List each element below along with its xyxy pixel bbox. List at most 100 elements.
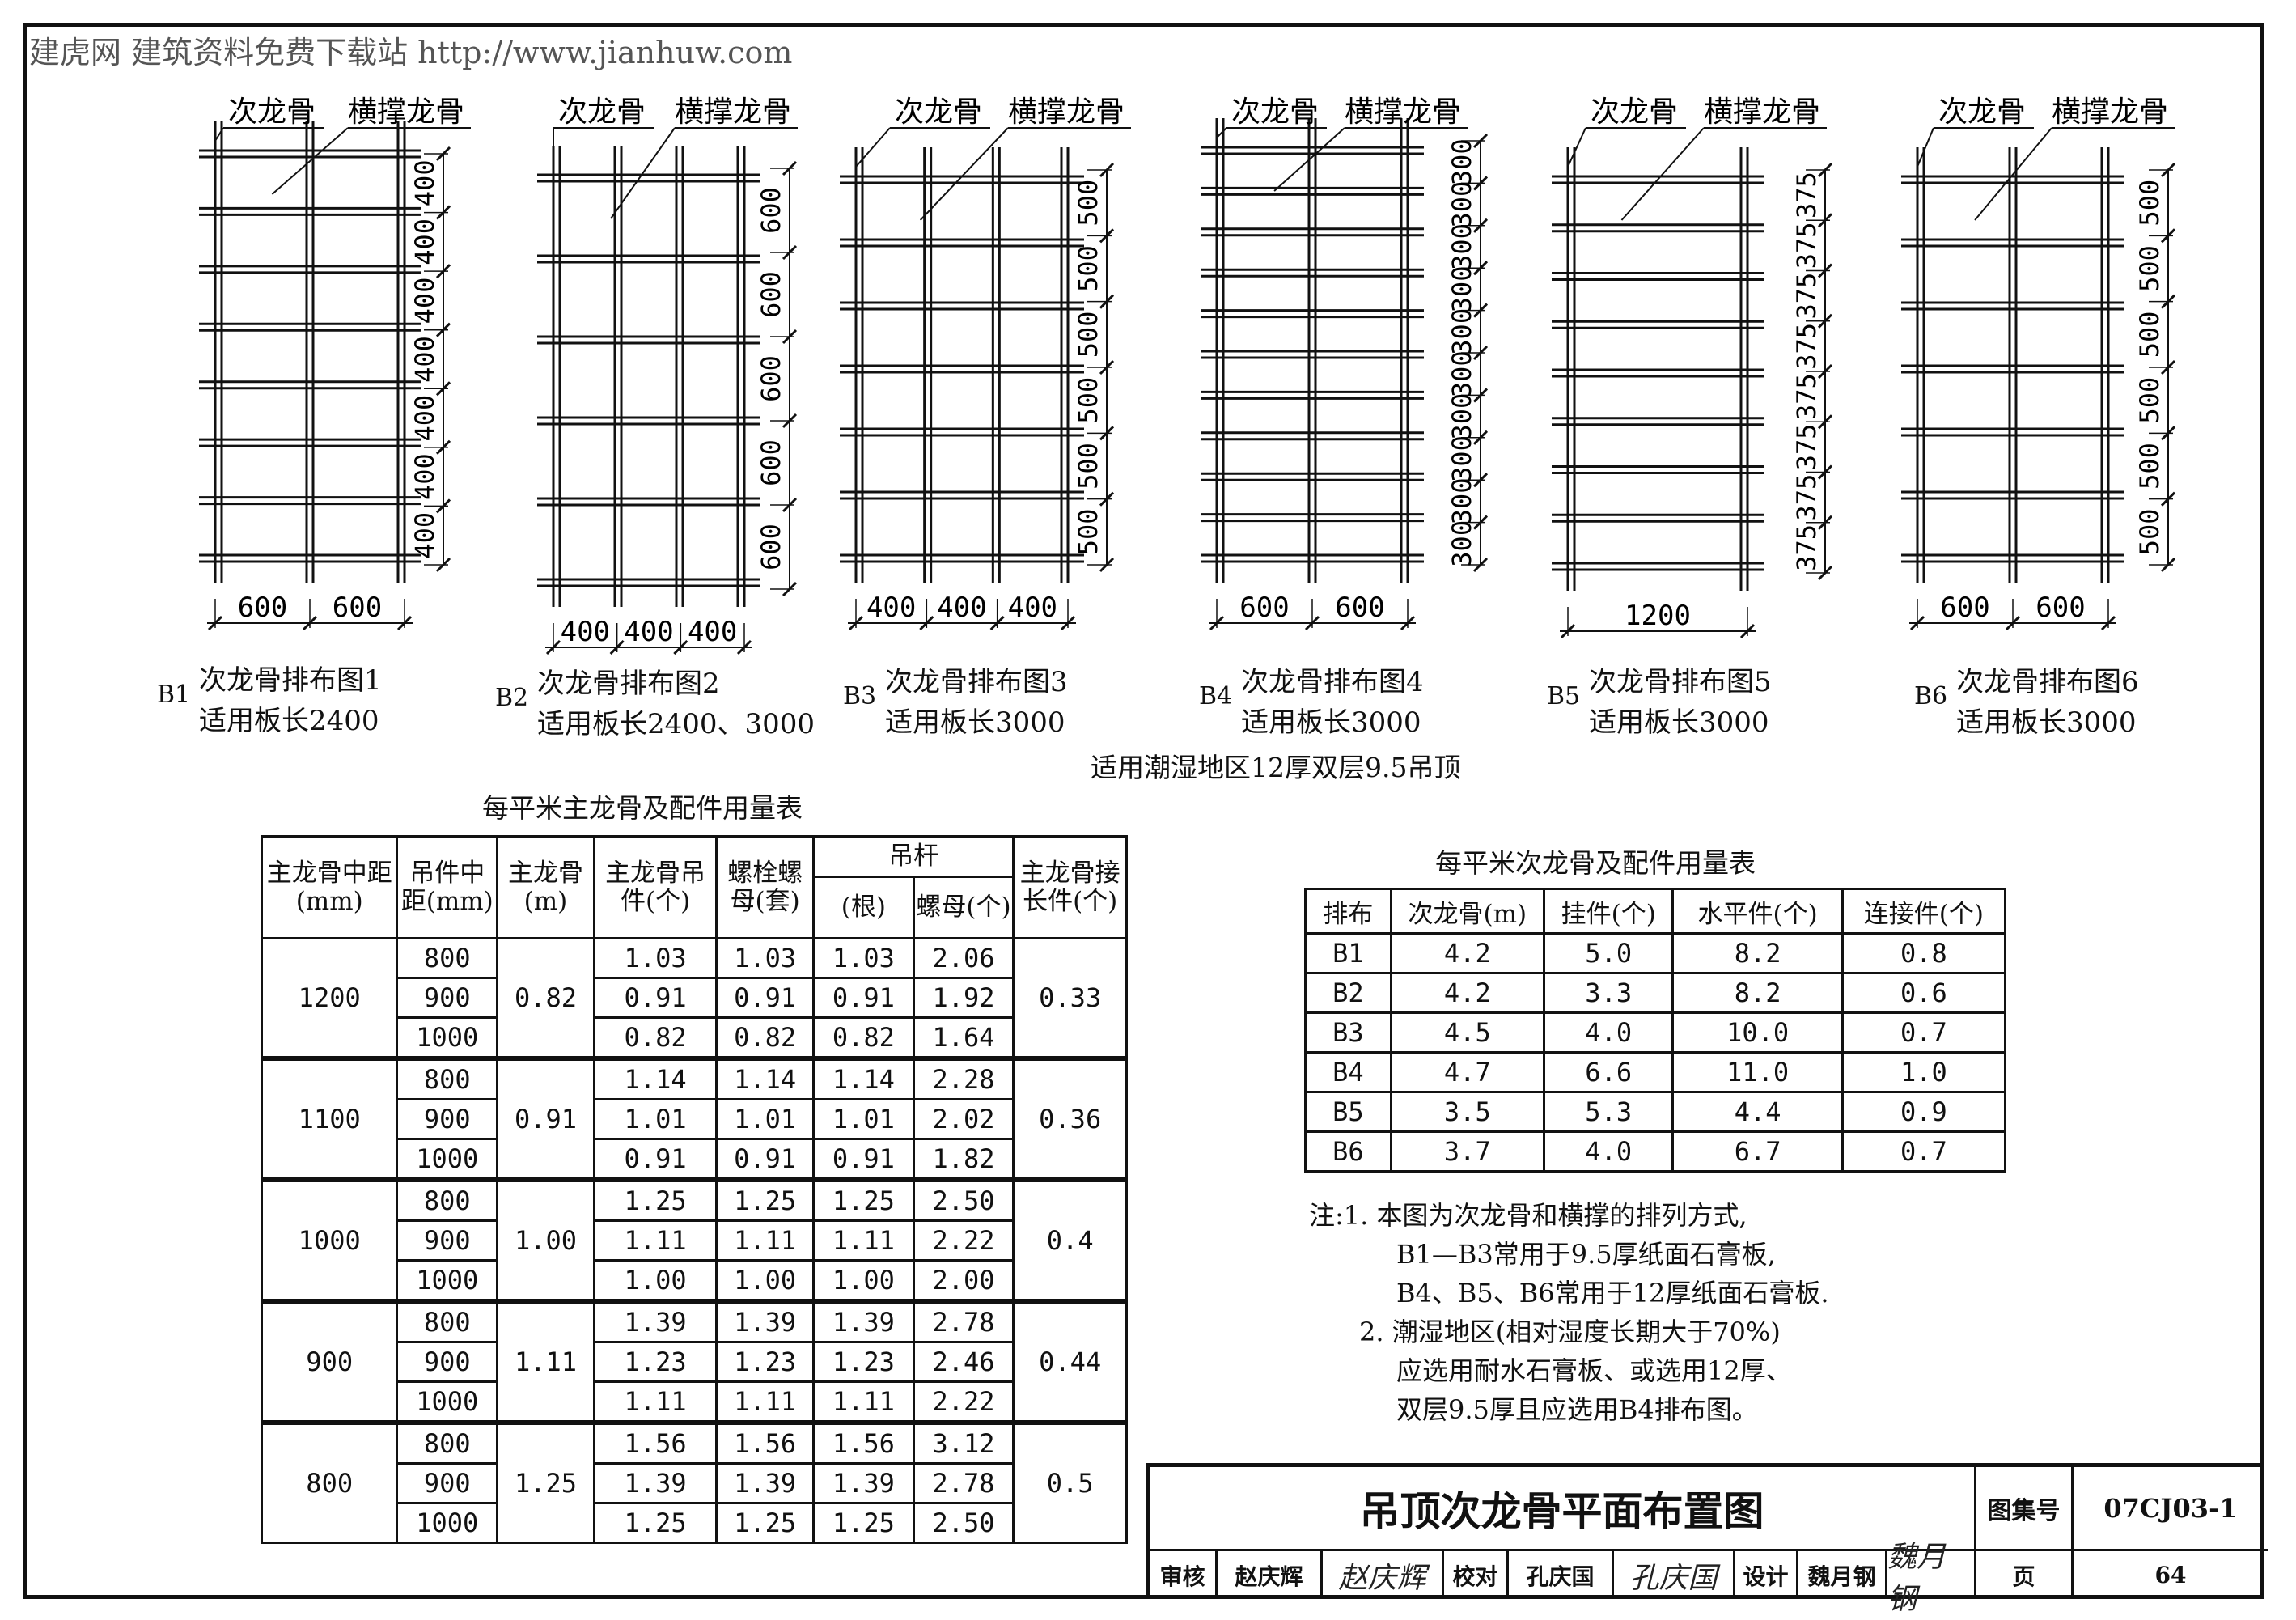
- header-layout: 排布: [1304, 888, 1392, 935]
- side-dimension-label: 300: [1447, 435, 1477, 482]
- side-dimension-label: 375: [1791, 524, 1822, 571]
- cell-keel-spacing: 900: [260, 1299, 399, 1424]
- leader-line: [1620, 127, 1705, 221]
- label-secondary-keel: 次龙骨: [228, 95, 316, 129]
- diagram-code: B2: [495, 684, 529, 712]
- diagram-code: B4: [1199, 682, 1233, 710]
- side-dimension-label: 300: [1447, 138, 1477, 185]
- main-table-title: 每平米主龙骨及配件用量表: [482, 792, 803, 824]
- cell-bolt-nut: 1.23: [715, 1341, 815, 1383]
- cell-connector: 1.0: [1841, 1051, 2007, 1093]
- bottom-dimension-label: 400: [937, 592, 986, 624]
- cell-main-keel: 1.11: [496, 1299, 595, 1424]
- cell-rod-nut: 3.12: [912, 1420, 1015, 1465]
- diagram-caption-b6: B6 次龙骨排布图6 适用板长3000: [1914, 662, 2139, 743]
- diagram-caption-b2: B2 次龙骨排布图2 适用板长2400、3000: [495, 664, 815, 744]
- reviewer-signature: 赵庆辉: [1323, 1551, 1444, 1599]
- side-dimension-label: 500: [1073, 180, 1104, 227]
- leader-line: [1974, 127, 2052, 221]
- cell-rod-count: 1.11: [812, 1380, 915, 1424]
- bottom-dimension-label: 400: [1008, 592, 1057, 624]
- side-dimension-label: 500: [1073, 245, 1104, 292]
- cell-rod-nut: 2.78: [912, 1299, 1015, 1343]
- cell-main-hanger: 1.25: [592, 1177, 718, 1222]
- leader-line: [1216, 127, 1227, 138]
- side-dimension-label: 375: [1791, 222, 1822, 269]
- cell-hanger: 4.0: [1542, 1011, 1675, 1054]
- diagram-applies: 适用板长2400: [199, 705, 379, 737]
- side-dimension-label: 600: [756, 524, 786, 570]
- side-dimension-label: 600: [756, 355, 786, 402]
- cell-hanger-spacing: 900: [396, 1341, 499, 1383]
- cell-rod-count: 0.91: [812, 977, 915, 1019]
- label-brace-keel: 横撑龙骨: [1704, 95, 1820, 129]
- diagram-code: B1: [157, 681, 191, 709]
- side-dimension-label: 500: [1073, 377, 1104, 424]
- leader-line: [1567, 127, 1586, 168]
- side-dimension-label: 500: [2134, 180, 2165, 227]
- layout-diagram-b5: 次龙骨 横撑龙骨3753753753753753753753751200: [1552, 95, 1833, 639]
- cell-rod-count: 1.00: [812, 1259, 915, 1303]
- notes: 注:1. 本图为次龙骨和横撑的排列方式, B1—B3常用于9.5厚纸面石膏板, …: [1309, 1196, 1829, 1429]
- cell-rod-nut: 1.92: [912, 977, 1015, 1019]
- diagram-caption-b1: B1 次龙骨排布图1 适用板长2400: [157, 660, 382, 741]
- side-dimension-label: 375: [1791, 323, 1822, 370]
- label-brace-keel: 横撑龙骨: [675, 95, 791, 129]
- review-label: 审核: [1150, 1551, 1218, 1599]
- designer-name: 魏月钢: [1798, 1551, 1887, 1599]
- cell-keel-spacing: 800: [260, 1420, 399, 1544]
- cell-layout: B5: [1304, 1091, 1392, 1133]
- side-dimension-label: 400: [409, 278, 440, 324]
- cell-hanger-spacing: 800: [396, 1056, 499, 1100]
- sec-table-body: B1 4.2 5.0 8.2 0.8 B2 4.2 3.3 8.2 0.6 B3 4.5 4.0 10.0…: [1304, 932, 2007, 1173]
- cell-secondary-keel: 3.7: [1389, 1130, 1545, 1173]
- cell-main-keel: 0.91: [496, 1056, 595, 1181]
- side-dimension-label: 500: [2134, 508, 2165, 555]
- atlas-number: 07CJ03-1: [2074, 1467, 2268, 1551]
- cell-rod-count: 1.25: [812, 1502, 915, 1544]
- cell-rod-nut: 2.46: [912, 1341, 1015, 1383]
- bottom-dimension-label: 600: [2035, 592, 2085, 624]
- bottom-dimension-label: 400: [561, 616, 610, 648]
- cell-main-keel: 0.82: [496, 937, 595, 1060]
- cell-rod-count: 0.91: [812, 1138, 915, 1181]
- side-dimension-label: 400: [409, 218, 440, 265]
- cell-connector: 0.6: [1841, 972, 2007, 1014]
- cell-hanger: 5.3: [1542, 1091, 1675, 1133]
- table-row: B6 3.7 4.0 6.7 0.7: [1304, 1130, 2007, 1173]
- side-dimension-label: 300: [1447, 266, 1477, 313]
- cell-layout: B4: [1304, 1051, 1392, 1093]
- table-row: 800 800 1.25 1.56 1.56 1.56 3.12 0.5: [260, 1420, 1128, 1544]
- cell-hanger-spacing: 1000: [396, 1380, 499, 1424]
- cell-rod-count: 1.03: [812, 937, 915, 979]
- cell-bolt-nut: 0.82: [715, 1016, 815, 1060]
- cell-bolt-nut: 1.25: [715, 1502, 815, 1544]
- side-dimension-label: 500: [1073, 311, 1104, 358]
- secondary-keel-usage-table: 排布 次龙骨(m) 挂件(个) 水平件(个) 连接件(个) B1 4.2 5.0 8.…: [1304, 888, 2007, 1173]
- header-main-keel: 主龙骨(m): [496, 835, 595, 939]
- header-rod-count: (根): [812, 876, 915, 939]
- side-dimension-label: 500: [2134, 245, 2165, 292]
- diagram-applies: 适用板长3000: [885, 706, 1065, 739]
- cell-main-hanger: 1.00: [592, 1259, 718, 1303]
- layout-diagram-b3: 次龙骨 横撑龙骨 500 500 500 500 500 500 400 400 400: [840, 95, 1131, 631]
- side-dimension-label: 375: [1791, 373, 1822, 420]
- main-table-body: 1200 800 0.82 1.03 1.03 1.03 2.06 0.33 900 0.91 0.…: [260, 937, 1128, 1544]
- label-brace-keel: 横撑龙骨: [348, 95, 464, 129]
- diagram-title: 次龙骨排布图4: [1241, 666, 1424, 698]
- drawing-title: 吊顶次龙骨平面布置图: [1150, 1467, 1976, 1551]
- cell-main-hanger: 1.39: [592, 1299, 718, 1343]
- cell-rod-count: 1.01: [812, 1098, 915, 1140]
- header-bolt-nut: 螺栓螺母(套): [715, 835, 815, 939]
- table-row: B5 3.5 5.3 4.4 0.9: [1304, 1091, 2007, 1133]
- bottom-dimension-label: 600: [1239, 592, 1289, 624]
- cell-rod-count: 1.25: [812, 1177, 915, 1222]
- diagram-caption-b4: B4 次龙骨排布图4 适用板长3000: [1199, 662, 1424, 743]
- cell-secondary-keel: 4.2: [1389, 972, 1545, 1014]
- reviewer-name: 赵庆辉: [1218, 1551, 1323, 1599]
- cell-hanger: 4.0: [1542, 1130, 1675, 1173]
- diagram-code: B3: [843, 682, 877, 710]
- cell-rod-nut: 1.64: [912, 1016, 1015, 1060]
- cell-rod-nut: 2.22: [912, 1380, 1015, 1424]
- cell-horizontal: 8.2: [1671, 972, 1844, 1014]
